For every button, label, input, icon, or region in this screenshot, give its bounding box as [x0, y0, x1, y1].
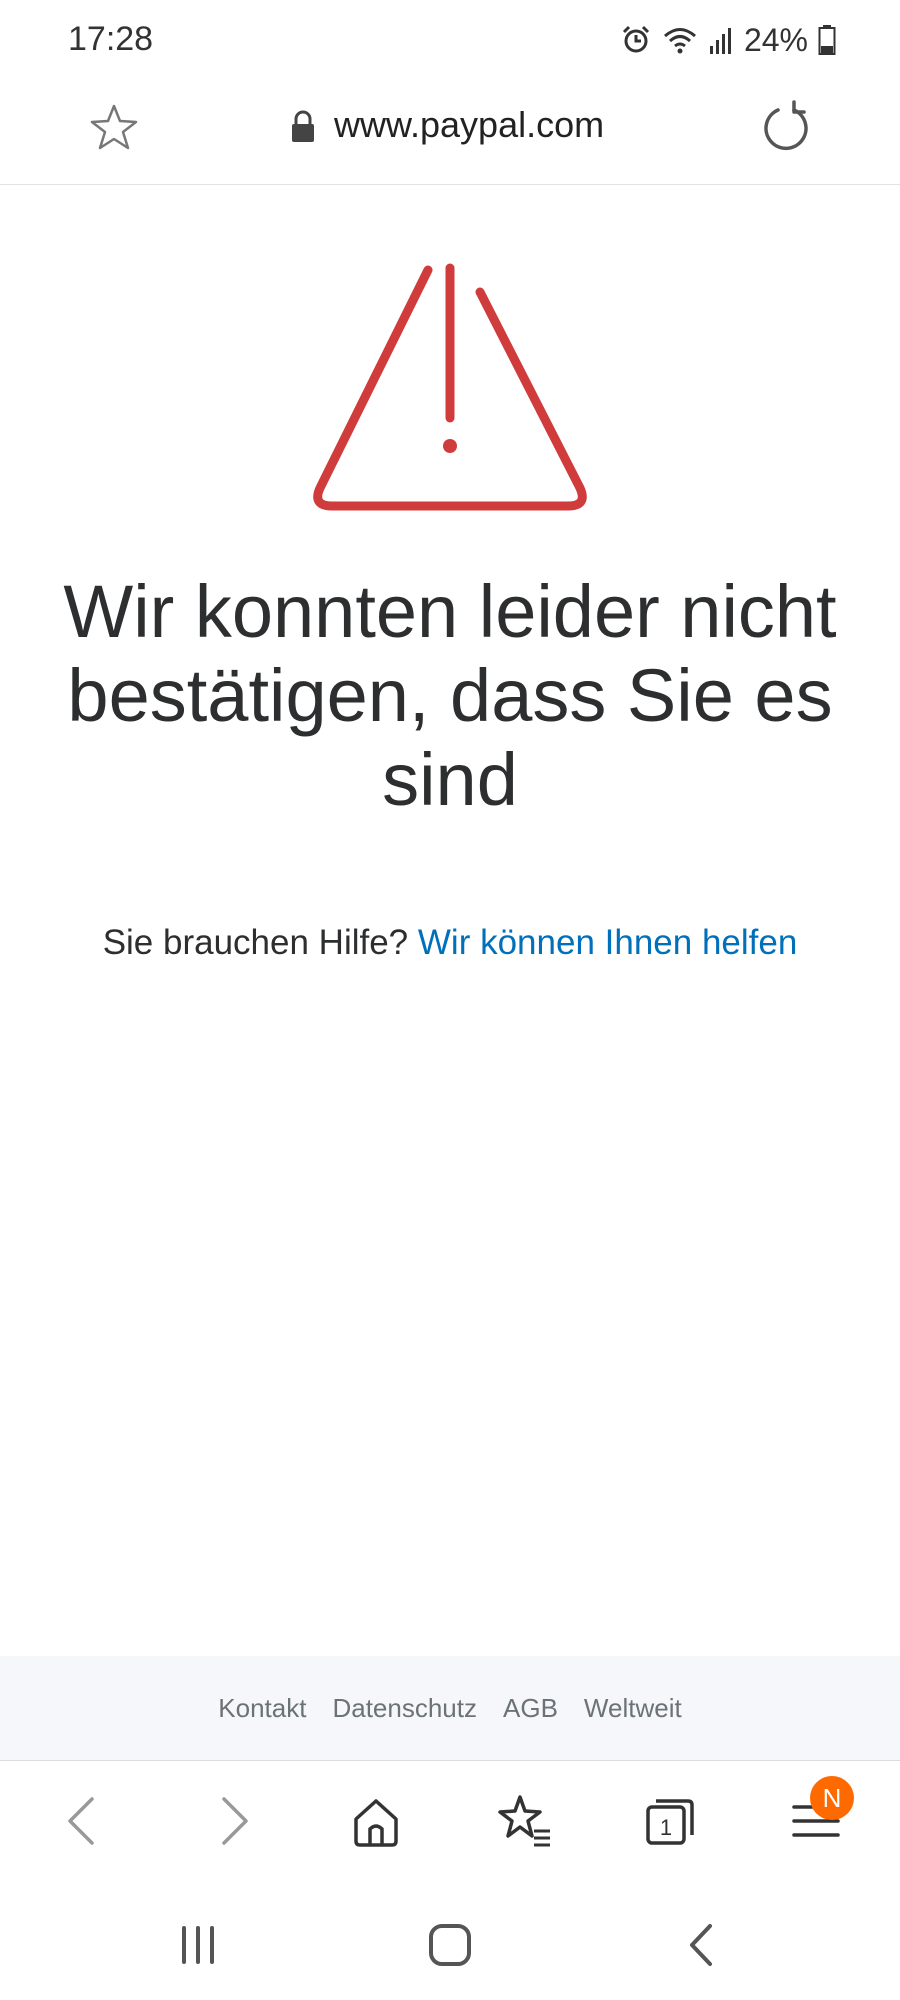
- home-system-button[interactable]: [420, 1920, 480, 1970]
- wifi-icon: [663, 28, 696, 54]
- home-square-icon: [429, 1924, 471, 1966]
- footer-link-weltweit[interactable]: Weltweit: [584, 1693, 682, 1724]
- menu-notification-badge: N: [810, 1776, 854, 1820]
- reload-icon: [764, 100, 808, 151]
- back-arrow-icon: [68, 1797, 94, 1845]
- page-title: Wir konnten leider nicht bestätigen, das…: [63, 570, 837, 821]
- footer-link-kontakt[interactable]: Kontakt: [218, 1693, 306, 1724]
- lock-icon: [292, 110, 314, 142]
- home-icon: [354, 1799, 398, 1847]
- tabs-icon: 1: [646, 1799, 694, 1845]
- alarm-icon: [622, 25, 650, 53]
- recent-apps-icon: [182, 1926, 214, 1964]
- status-icons: 24%: [620, 18, 836, 62]
- back-button[interactable]: [54, 1791, 114, 1851]
- bookmark-star-button[interactable]: [86, 100, 142, 156]
- reload-button[interactable]: [756, 98, 816, 158]
- browser-url-bar: www.paypal.com: [0, 80, 900, 185]
- system-navigation-bar: [0, 1890, 900, 2000]
- tab-count: 1: [660, 1815, 672, 1840]
- bookmarks-icon: [498, 1795, 550, 1847]
- warning-triangle-icon: [313, 263, 587, 511]
- help-prefix: Sie brauchen Hilfe?: [102, 923, 409, 962]
- battery-percent: 24%: [743, 21, 808, 58]
- tabs-button[interactable]: 1: [640, 1791, 700, 1851]
- system-back-icon: [690, 1924, 712, 1966]
- footer-link-agb[interactable]: AGB: [503, 1693, 558, 1724]
- help-text: Sie brauchen Hilfe? Wir können Ihnen hel…: [100, 920, 800, 966]
- system-back-button[interactable]: [672, 1920, 732, 1970]
- url-field[interactable]: www.paypal.com: [334, 104, 604, 146]
- status-time: 17:28: [68, 20, 154, 58]
- battery-icon: [818, 25, 836, 55]
- status-bar: 17:28 24%: [0, 0, 900, 80]
- home-button[interactable]: [346, 1791, 406, 1851]
- help-link[interactable]: Wir können Ihnen helfen: [418, 923, 797, 962]
- recent-apps-button[interactable]: [168, 1920, 228, 1970]
- page-footer: Kontakt Datenschutz AGB Weltweit: [0, 1656, 900, 1761]
- signal-icon: [709, 28, 731, 54]
- browser-toolbar: 1: [0, 1761, 900, 1881]
- bookmarks-button[interactable]: [494, 1791, 554, 1851]
- footer-link-datenschutz[interactable]: Datenschutz: [332, 1693, 477, 1724]
- forward-arrow-icon: [222, 1797, 248, 1845]
- forward-button[interactable]: [202, 1791, 262, 1851]
- star-icon: [90, 104, 138, 150]
